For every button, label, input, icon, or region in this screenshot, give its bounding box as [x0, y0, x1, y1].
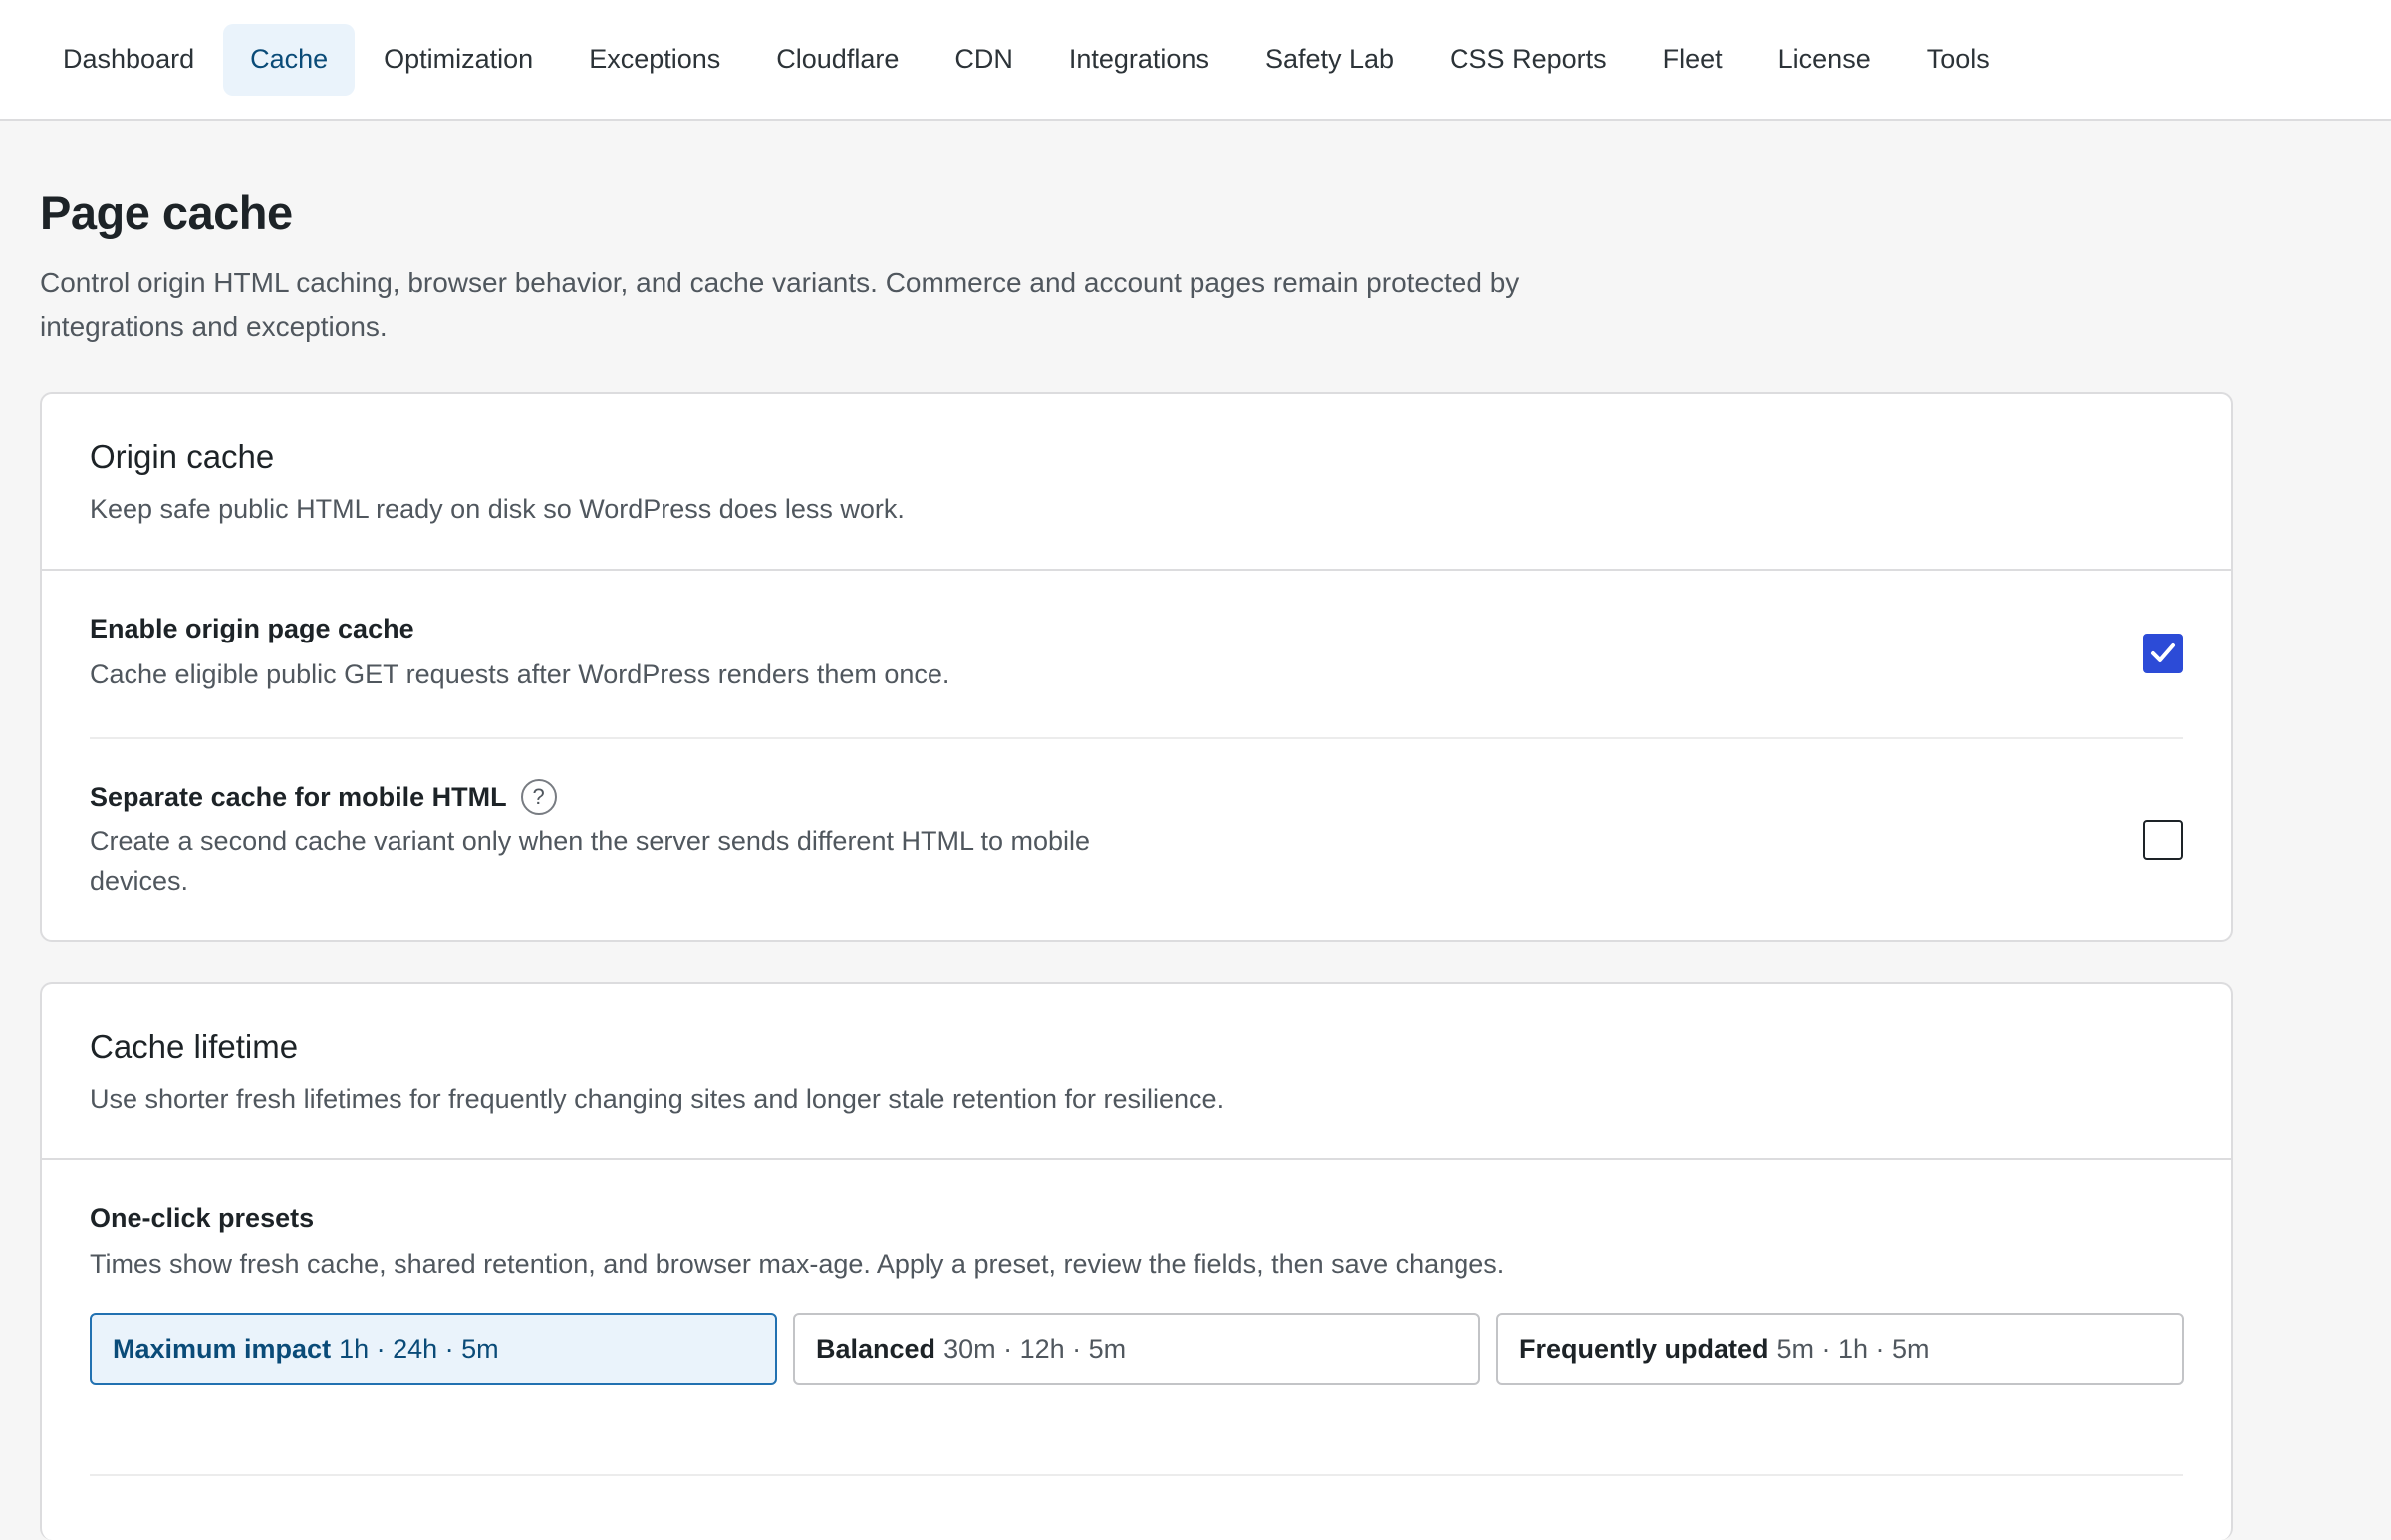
cache-lifetime-title: Cache lifetime	[90, 1028, 299, 1065]
setting-label: Enable origin page cache	[90, 614, 414, 643]
cache-lifetime-header: Cache lifetime Use shorter fresh lifetim…	[42, 984, 2231, 1160]
origin-cache-title: Origin cache	[90, 438, 275, 475]
origin-cache-header: Origin cache Keep safe public HTML ready…	[42, 394, 2231, 571]
preset-name: Maximum impact	[113, 1333, 332, 1364]
enable-origin-cache-checkbox[interactable]	[2143, 634, 2183, 673]
help-icon[interactable]: ?	[520, 779, 557, 815]
preset-buttons: Maximum impact 1h · 24h · 5m Balanced 30…	[90, 1313, 2184, 1385]
tab-integrations[interactable]: Integrations	[1042, 24, 1236, 96]
preset-times: 30m · 12h · 5m	[943, 1333, 1127, 1364]
top-nav: Dashboard Cache Optimization Exceptions …	[0, 0, 2391, 121]
tab-fleet[interactable]: Fleet	[1636, 24, 1749, 96]
preset-times: 5m · 1h · 5m	[1776, 1333, 1930, 1364]
tab-safety-lab[interactable]: Safety Lab	[1238, 24, 1421, 96]
tab-optimization[interactable]: Optimization	[357, 24, 560, 96]
tab-license[interactable]: License	[1751, 24, 1898, 96]
origin-cache-card: Origin cache Keep safe public HTML ready…	[40, 392, 2233, 942]
tab-cache[interactable]: Cache	[223, 23, 356, 96]
preset-balanced-button[interactable]: Balanced 30m · 12h · 5m	[793, 1313, 1480, 1385]
preset-maximum-impact-button[interactable]: Maximum impact 1h · 24h · 5m	[90, 1313, 777, 1385]
page-title: Page cache	[40, 186, 293, 239]
setting-enable-origin-cache: Enable origin page cache Cache eligible …	[90, 614, 2183, 694]
mobile-cache-checkbox[interactable]	[2143, 820, 2183, 860]
tab-exceptions[interactable]: Exceptions	[562, 24, 747, 96]
tab-css-reports[interactable]: CSS Reports	[1423, 24, 1634, 96]
tab-tools[interactable]: Tools	[1900, 24, 2016, 96]
setting-label: Separate cache for mobile HTML ?	[90, 779, 2183, 815]
settings-divider	[90, 737, 2183, 739]
lifetime-divider	[90, 1474, 2183, 1476]
setting-description: Create a second cache variant only when …	[90, 826, 1091, 896]
setting-label-text: Separate cache for mobile HTML	[90, 781, 507, 812]
tab-cloudflare[interactable]: Cloudflare	[749, 24, 926, 96]
origin-cache-subtitle: Keep safe public HTML ready on disk so W…	[90, 494, 905, 524]
presets-section: One-click presets Times show fresh cache…	[90, 1203, 2183, 1284]
presets-description: Times show fresh cache, shared retention…	[90, 1249, 1505, 1279]
presets-label: One-click presets	[90, 1203, 315, 1233]
preset-frequently-updated-button[interactable]: Frequently updated 5m · 1h · 5m	[1496, 1313, 2184, 1385]
preset-name: Frequently updated	[1519, 1333, 1769, 1364]
page-description: Control origin HTML caching, browser beh…	[40, 267, 1520, 342]
tab-dashboard[interactable]: Dashboard	[36, 24, 221, 96]
cache-lifetime-card: Cache lifetime Use shorter fresh lifetim…	[40, 982, 2233, 1540]
tab-cdn[interactable]: CDN	[928, 24, 1040, 96]
preset-name: Balanced	[816, 1333, 936, 1364]
cache-lifetime-subtitle: Use shorter fresh lifetimes for frequent…	[90, 1084, 1225, 1114]
setting-description: Cache eligible public GET requests after…	[90, 659, 950, 689]
setting-mobile-cache: Separate cache for mobile HTML ? Create …	[90, 779, 2183, 900]
preset-times: 1h · 24h · 5m	[339, 1333, 499, 1364]
checkmark-icon	[2151, 643, 2175, 662]
